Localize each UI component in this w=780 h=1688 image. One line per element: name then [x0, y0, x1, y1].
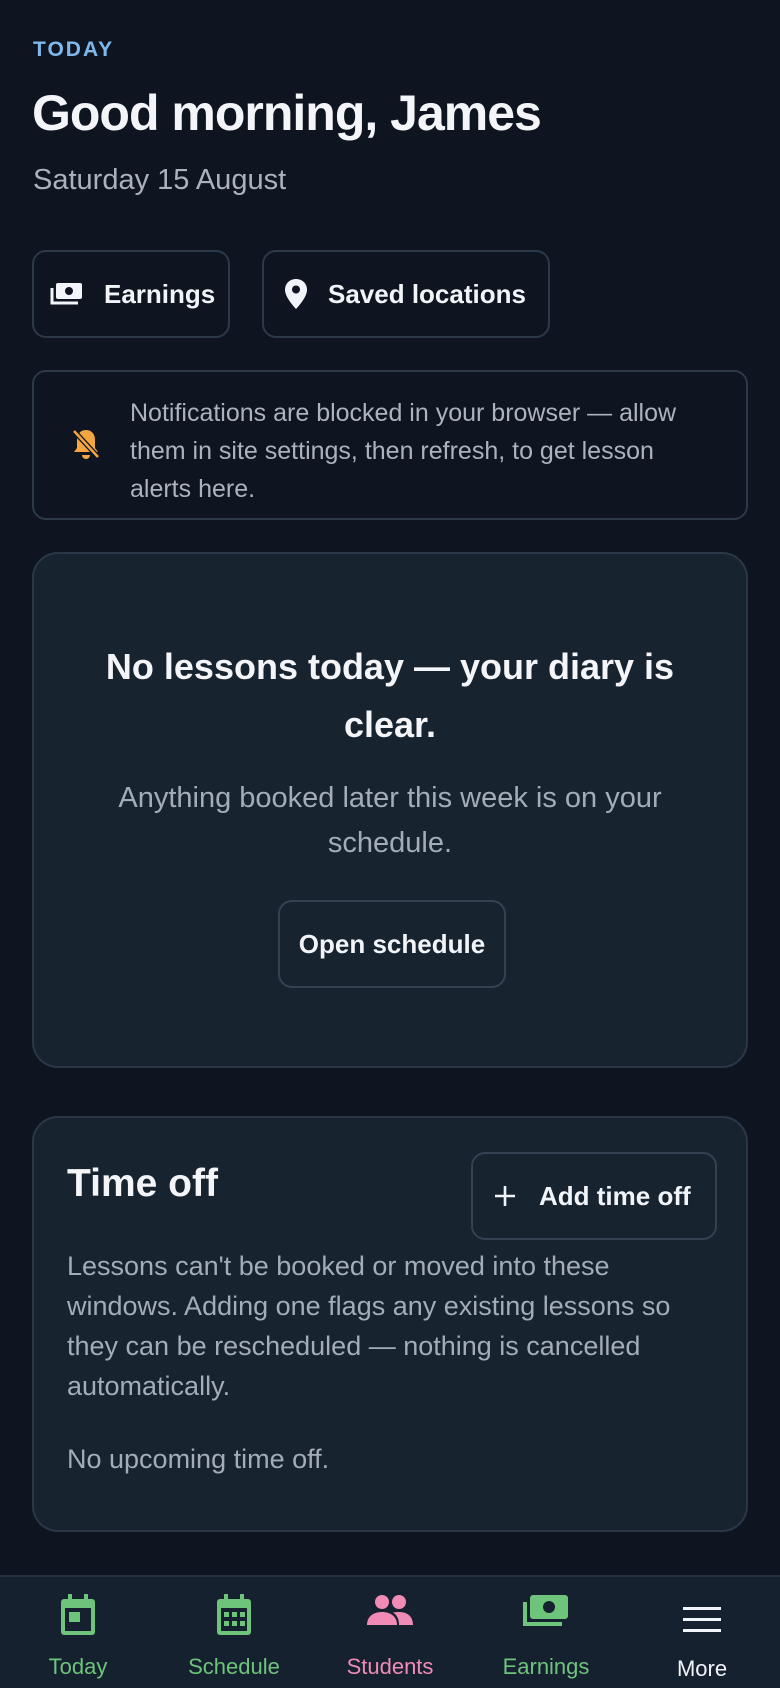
cash-icon — [50, 281, 84, 307]
earnings-button-label: Earnings — [104, 278, 216, 309]
tab-more-label: More — [676, 1656, 728, 1681]
saved-locations-label: Saved locations — [328, 278, 526, 309]
saved-locations-button[interactable]: Saved locations — [262, 250, 550, 338]
bottom-tab-bar: Today Schedule Students Earnings More — [0, 1575, 780, 1688]
tab-schedule-label: Schedule — [188, 1654, 280, 1679]
earnings-button[interactable]: Earnings — [32, 250, 230, 338]
calendar-today-icon — [58, 1593, 98, 1642]
menu-icon — [683, 1605, 721, 1640]
add-time-off-label: Add time off — [539, 1180, 691, 1211]
time-off-empty-text: No upcoming time off. — [67, 1444, 330, 1474]
open-schedule-button[interactable]: Open schedule — [278, 900, 506, 988]
page-title: Good morning, James — [32, 85, 542, 141]
tab-more[interactable]: More — [624, 1577, 780, 1688]
notice-text: Notifications are blocked in your browse… — [130, 399, 677, 503]
tab-students-label: Students — [346, 1654, 434, 1679]
plus-icon — [493, 1184, 517, 1208]
add-time-off-button[interactable]: Add time off — [471, 1152, 717, 1240]
tab-earnings[interactable]: Earnings — [468, 1577, 624, 1688]
empty-state-title: No lessons today — your diary is clear. — [105, 646, 675, 745]
tab-students[interactable]: Students — [312, 1577, 468, 1688]
people-icon — [366, 1593, 414, 1634]
map-pin-icon — [284, 278, 308, 310]
time-off-card: Time off Add time off Lessons can't be b… — [32, 1116, 748, 1532]
time-off-title: Time off — [67, 1162, 218, 1205]
empty-state-subtitle: Anything booked later this week is on yo… — [118, 782, 662, 859]
tab-today[interactable]: Today — [0, 1577, 156, 1688]
cash-icon — [522, 1593, 570, 1634]
bell-off-icon — [70, 427, 102, 466]
time-off-description: Lessons can't be booked or moved into th… — [67, 1251, 671, 1401]
notifications-blocked-notice: Notifications are blocked in your browse… — [32, 370, 748, 520]
tab-earnings-label: Earnings — [502, 1654, 590, 1679]
page-eyebrow: TODAY — [33, 38, 115, 61]
current-date: Saturday 15 August — [33, 164, 287, 196]
calendar-grid-icon — [214, 1593, 254, 1642]
today-page: TODAY Good morning, James Saturday 15 Au… — [0, 0, 780, 1575]
no-lessons-card: No lessons today — your diary is clear. … — [32, 552, 748, 1068]
tab-schedule[interactable]: Schedule — [156, 1577, 312, 1688]
tab-today-label: Today — [48, 1654, 108, 1679]
